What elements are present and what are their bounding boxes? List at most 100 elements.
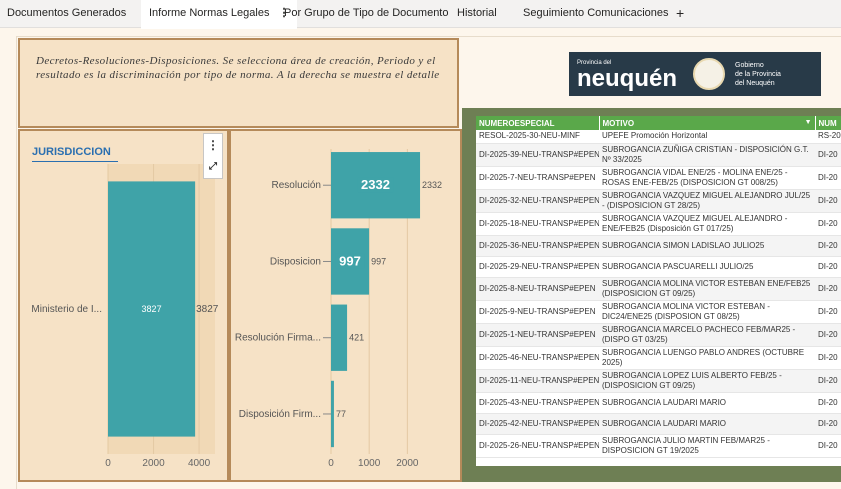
- cell-num: DI-20: [815, 277, 841, 301]
- table-row[interactable]: DI-2025-1-NEU-TRANSP#EPEN SUBROGANCIA MAR…: [476, 323, 841, 347]
- x-tick-label: 2000: [396, 458, 419, 469]
- logo-gob-line2: de la Provincia: [735, 71, 781, 78]
- cell-motivo: UPEFE Promoción Horizontal: [599, 130, 815, 144]
- cell-motivo: SUBROGANCIA LAUDARI MARIO: [599, 413, 815, 435]
- cell-motivo: SUBROGANCIA VAZQUEZ MIGUEL ALEJANDRO - E…: [599, 212, 815, 236]
- col-motivo[interactable]: MOTIVO ▼: [599, 116, 816, 130]
- category-label: Resolución Firma...: [235, 333, 321, 344]
- bar: [331, 380, 334, 448]
- table-row[interactable]: DI-2025-18-NEU-TRANSP#EPEN SUBROGANCIA VA…: [476, 212, 841, 236]
- table-row[interactable]: DI-2025-7-NEU-TRANSP#EPEN SUBROGANCIA VID…: [476, 166, 841, 190]
- table-row[interactable]: DI-2025-32-NEU-TRANSP#EPEN SUBROGANCIA VA…: [476, 189, 841, 213]
- cell-numeroespecial: DI-2025-46-NEU-TRANSP#EPEN: [476, 346, 599, 370]
- cell-numeroespecial: DI-2025-8-NEU-TRANSP#EPEN: [476, 277, 599, 301]
- jurisdiccion-chart-panel[interactable]: JURISDICCION 0 2000 4000 Ministerio de I...…: [18, 129, 229, 482]
- x-tick-label: 0: [328, 458, 334, 469]
- tab-por-grupo[interactable]: Por Grupo de Tipo de Documento: [284, 0, 448, 27]
- table-row[interactable]: DI-2025-39-NEU-TRANSP#EPEN SUBROGANCIA ZU…: [476, 143, 841, 167]
- cell-motivo: SUBROGANCIA VAZQUEZ MIGUEL ALEJANDRO JUL…: [599, 189, 815, 213]
- x-tick-label: 0: [105, 458, 111, 469]
- cell-num: DI-20: [815, 392, 841, 414]
- cell-numeroespecial: DI-2025-39-NEU-TRANSP#EPEN: [476, 143, 599, 167]
- tipo-norma-chart[interactable]: 0 1000 2000 Resolución 2332 2332 Disposicion 99…: [231, 131, 460, 480]
- table-row[interactable]: DI-2025-42-NEU-TRANSP#EPEN SUBROGANCIA LA…: [476, 413, 841, 435]
- logo-neuquen-text: neuquén: [577, 65, 677, 92]
- cell-numeroespecial: DI-2025-1-NEU-TRANSP#EPEN: [476, 323, 599, 347]
- data-label: 2332: [422, 180, 442, 190]
- data-label: 421: [349, 333, 364, 343]
- neuquen-logo: Provincia del neuquén Gobierno de la Pro…: [569, 52, 821, 96]
- seal-icon: [693, 58, 725, 90]
- detail-table[interactable]: NUMEROESPECIAL MOTIVO ▼ NUM RESOL-2025-30…: [476, 116, 841, 466]
- bar: [331, 304, 348, 371]
- cell-numeroespecial: DI-2025-9-NEU-TRANSP#EPEN: [476, 300, 599, 324]
- tab-informe-normas-legales[interactable]: Informe Normas Legales ⋮: [141, 0, 298, 29]
- category-label: Disposición Firm...: [239, 409, 321, 420]
- cell-numeroespecial: DI-2025-7-NEU-TRANSP#EPEN: [476, 166, 599, 190]
- data-label: 997: [371, 256, 386, 266]
- highlight-label: 997: [339, 253, 361, 268]
- col-motivo-label: MOTIVO: [602, 118, 635, 128]
- tipo-norma-chart-panel[interactable]: 0 1000 2000 Resolución 2332 2332 Disposicion 99…: [229, 129, 462, 482]
- cell-motivo: SUBROGANCIA PASCUARELLI JULIO/25: [599, 256, 815, 278]
- category-label: Disposicion: [270, 256, 321, 267]
- add-page-icon[interactable]: +: [676, 0, 684, 27]
- table-row[interactable]: DI-2025-11-NEU-TRANSP#EPEN SUBROGANCIA LO…: [476, 369, 841, 393]
- tab-label: Informe Normas Legales: [149, 7, 270, 19]
- cell-num: DI-20: [815, 434, 841, 458]
- table-row[interactable]: DI-2025-43-NEU-TRANSP#EPEN SUBROGANCIA LA…: [476, 392, 841, 414]
- x-tick-label: 2000: [142, 458, 165, 469]
- table-row[interactable]: RESOL-2025-30-NEU-MINF UPEFE Promoción Ho…: [476, 130, 841, 144]
- cell-motivo: SUBROGANCIA VIDAL ENE/25 - MOLINA ENE/25…: [599, 166, 815, 190]
- category-label: Ministerio de I...: [31, 304, 102, 315]
- table-row[interactable]: DI-2025-9-NEU-TRANSP#EPEN SUBROGANCIA MOL…: [476, 300, 841, 324]
- cell-numeroespecial: DI-2025-29-NEU-TRANSP#EPEN: [476, 256, 599, 278]
- category-label: Resolución: [272, 180, 321, 191]
- logo-gob-line1: Gobierno: [735, 62, 764, 69]
- cell-num: DI-20: [815, 189, 841, 213]
- cell-motivo: SUBROGANCIA MARCELO PACHECO FEB/MAR25 - …: [599, 323, 815, 347]
- tab-seguimiento-comunicaciones[interactable]: Seguimiento Comunicaciones: [523, 0, 669, 27]
- col-numeroespecial[interactable]: NUMEROESPECIAL: [476, 116, 600, 130]
- cell-num: DI-20: [815, 323, 841, 347]
- cell-motivo: SUBROGANCIA ZUÑIGA CRISTIAN - DISPOSICIÓ…: [599, 143, 815, 167]
- cell-motivo: SUBROGANCIA LUENGO PABLO ANDRES (OCTUBRE…: [599, 346, 815, 370]
- cell-motivo: SUBROGANCIA LAUDARI MARIO: [599, 392, 815, 414]
- cell-numeroespecial: DI-2025-42-NEU-TRANSP#EPEN: [476, 413, 599, 435]
- cell-numeroespecial: DI-2025-26-NEU-TRANSP#EPEN: [476, 434, 599, 458]
- x-tick-label: 1000: [358, 458, 381, 469]
- table-row[interactable]: DI-2025-36-NEU-TRANSP#EPEN SUBROGANCIA SI…: [476, 235, 841, 257]
- cell-numeroespecial: RESOL-2025-30-NEU-MINF: [476, 130, 599, 144]
- cell-motivo: SUBROGANCIA JULIO MARTIN FEB/MAR25 - DIS…: [599, 434, 815, 458]
- cell-num: DI-20: [815, 413, 841, 435]
- cell-motivo: SUBROGANCIA MOLINA VICTOR ESTEBAN - DIC2…: [599, 300, 815, 324]
- tab-documentos-generados[interactable]: Documentos Generados: [7, 0, 126, 27]
- table-row[interactable]: DI-2025-29-NEU-TRANSP#EPEN SUBROGANCIA PA…: [476, 256, 841, 278]
- logo-gob-line3: del Neuquén: [735, 80, 775, 87]
- description-text: Decretos-Resoluciones-Disposiciones. Se …: [18, 38, 459, 128]
- col-num[interactable]: NUM: [815, 116, 841, 130]
- x-tick-label: 4000: [188, 458, 211, 469]
- table-row[interactable]: DI-2025-8-NEU-TRANSP#EPEN SUBROGANCIA MOL…: [476, 277, 841, 301]
- cell-num: DI-20: [815, 235, 841, 257]
- cell-num: DI-20: [815, 212, 841, 236]
- table-row[interactable]: DI-2025-26-NEU-TRANSP#EPEN SUBROGANCIA JU…: [476, 434, 841, 458]
- cell-num: DI-20: [815, 346, 841, 370]
- data-label: 3827: [196, 304, 219, 315]
- tab-historial[interactable]: Historial: [457, 0, 497, 27]
- table-row[interactable]: DI-2025-46-NEU-TRANSP#EPEN SUBROGANCIA LU…: [476, 346, 841, 370]
- expand-icon[interactable]: ⤢: [204, 156, 222, 178]
- more-options-icon[interactable]: ⋮: [204, 134, 222, 156]
- bar-inner-label: 3827: [142, 304, 162, 314]
- sort-desc-icon[interactable]: ▼: [805, 119, 812, 126]
- cell-num: DI-20: [815, 300, 841, 324]
- jurisdiccion-chart[interactable]: 0 2000 4000 Ministerio de I... 3827 3827: [20, 131, 227, 480]
- cell-numeroespecial: DI-2025-43-NEU-TRANSP#EPEN: [476, 392, 599, 414]
- cell-num: DI-20: [815, 256, 841, 278]
- cell-motivo: SUBROGANCIA MOLINA VICTOR ESTEBAN ENE/FE…: [599, 277, 815, 301]
- cell-numeroespecial: DI-2025-36-NEU-TRANSP#EPEN: [476, 235, 599, 257]
- visual-header-buttons: ⋮ ⤢: [203, 133, 223, 179]
- logo-gobierno-text: Gobierno de la Provincia del Neuquén: [735, 61, 781, 88]
- cell-num: DI-20: [815, 166, 841, 190]
- cell-numeroespecial: DI-2025-18-NEU-TRANSP#EPEN: [476, 212, 599, 236]
